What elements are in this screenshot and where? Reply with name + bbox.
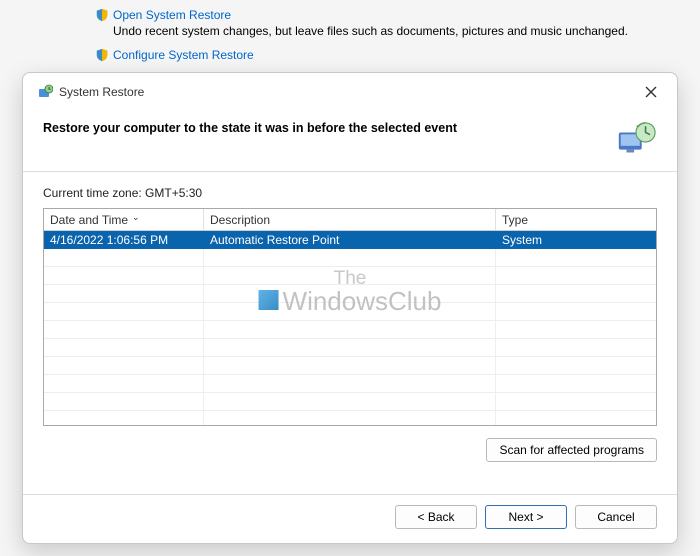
control-panel-background: Open System Restore Undo recent system c…	[0, 0, 700, 62]
scan-affected-button[interactable]: Scan for affected programs	[486, 438, 657, 462]
empty-rows	[44, 249, 656, 425]
titlebar: System Restore	[23, 73, 677, 107]
sort-caret-icon: ⌄	[132, 212, 140, 223]
column-label: Date and Time	[50, 213, 128, 227]
table-header: Date and Time ⌄ Description Type	[44, 209, 656, 231]
cell-datetime: 4/16/2022 1:06:56 PM	[44, 233, 204, 247]
system-restore-dialog: System Restore Restore your computer to …	[22, 72, 678, 544]
cancel-button[interactable]: Cancel	[575, 505, 657, 529]
open-system-restore-link[interactable]: Open System Restore	[113, 8, 231, 22]
cell-type: System	[496, 233, 656, 247]
table-row[interactable]: 4/16/2022 1:06:56 PM Automatic Restore P…	[44, 231, 656, 249]
column-label: Description	[210, 213, 270, 227]
table-body: 4/16/2022 1:06:56 PM Automatic Restore P…	[44, 231, 656, 425]
shield-icon	[95, 48, 109, 62]
column-label: Type	[502, 213, 528, 227]
column-header-description[interactable]: Description	[204, 209, 496, 230]
close-button[interactable]	[637, 80, 665, 104]
dialog-footer: < Back Next > Cancel	[23, 494, 677, 543]
cell-description: Automatic Restore Point	[204, 233, 496, 247]
dialog-header: Restore your computer to the state it wa…	[23, 107, 677, 171]
column-header-datetime[interactable]: Date and Time ⌄	[44, 209, 204, 230]
configure-system-restore-link[interactable]: Configure System Restore	[113, 48, 254, 62]
back-button[interactable]: < Back	[395, 505, 477, 529]
open-system-restore-description: Undo recent system changes, but leave fi…	[113, 24, 700, 38]
dialog-heading: Restore your computer to the state it wa…	[43, 121, 457, 135]
restore-points-table: Date and Time ⌄ Description Type 4/16/20…	[43, 208, 657, 426]
shield-icon	[95, 8, 109, 22]
system-restore-icon	[37, 84, 53, 100]
next-button[interactable]: Next >	[485, 505, 567, 529]
timezone-label: Current time zone: GMT+5:30	[43, 186, 657, 200]
dialog-title: System Restore	[59, 85, 637, 99]
restore-graphic-icon	[615, 121, 657, 159]
column-header-type[interactable]: Type	[496, 209, 656, 230]
